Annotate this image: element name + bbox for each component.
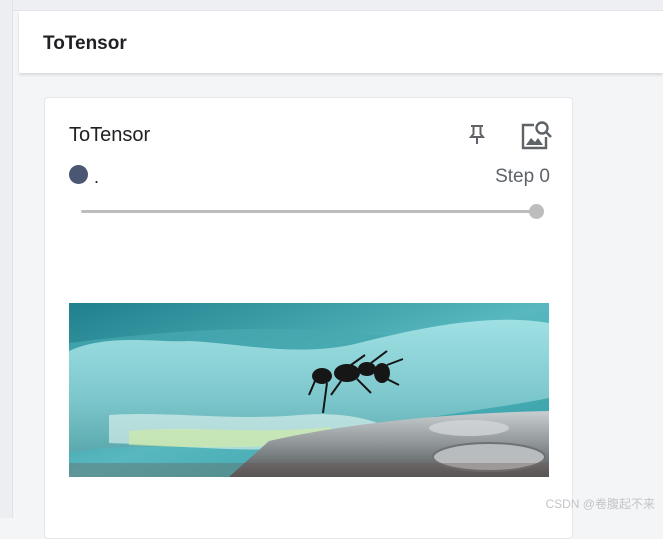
slider-thumb[interactable] [529, 204, 544, 219]
tag-group-title: ToTensor [43, 33, 127, 54]
pin-button[interactable] [464, 121, 490, 147]
run-label: . [94, 167, 100, 187]
left-sidebar-rail [0, 0, 13, 518]
image-search-icon [521, 121, 552, 150]
run-color-dot [69, 165, 88, 184]
sample-image[interactable] [69, 303, 549, 477]
pin-icon [468, 125, 486, 144]
image-search-button[interactable] [519, 119, 553, 151]
watermark: CSDN @卷腹起不来 [545, 497, 655, 511]
tag-group-header[interactable]: ToTensor [19, 11, 663, 73]
step-indicator: Step 0 [495, 166, 550, 187]
image-card: ToTensor . Step 0 [44, 97, 573, 539]
top-strip [13, 0, 663, 11]
card-title: ToTensor [69, 124, 151, 146]
slider-track [81, 210, 537, 213]
step-slider[interactable] [81, 204, 544, 220]
